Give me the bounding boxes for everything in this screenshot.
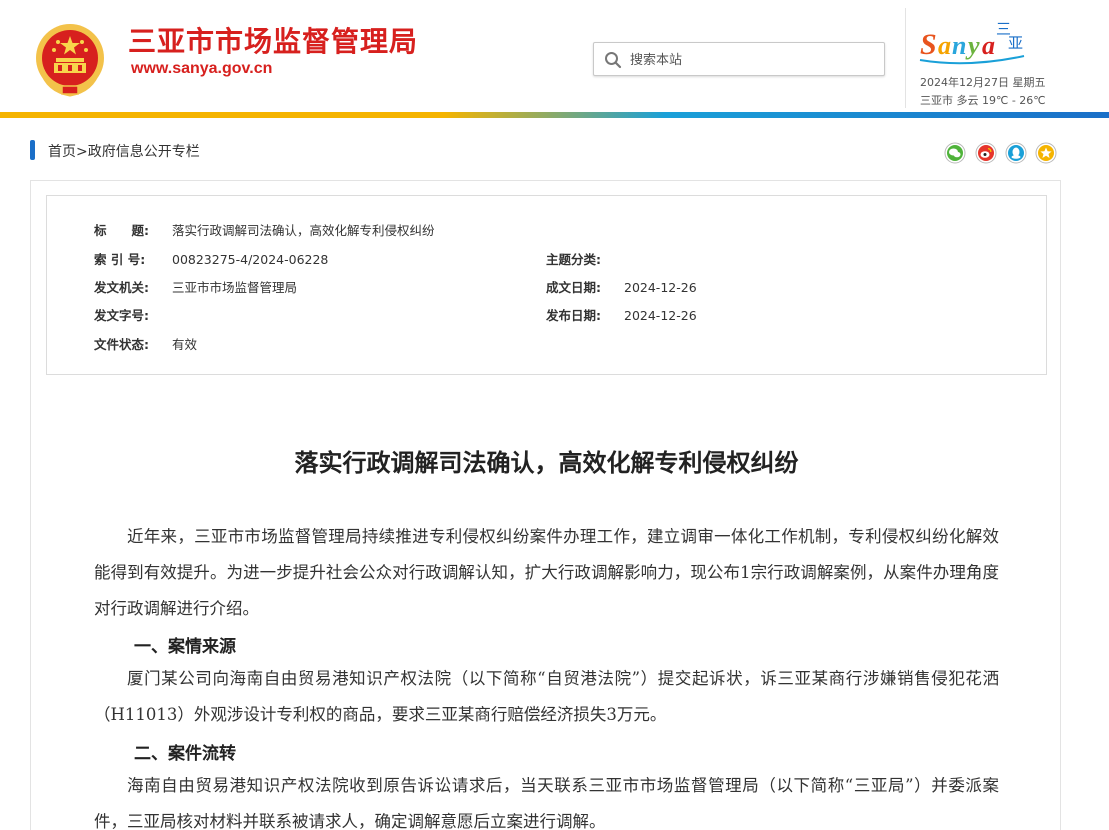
site-title[interactable]: 三亚市市场监督管理局: [128, 20, 418, 60]
svg-text:亚: 亚: [1008, 34, 1023, 52]
meta-topic-row: 主题分类:: [546, 249, 624, 268]
wechat-icon[interactable]: [944, 142, 966, 164]
article-intro-paragraph: 近年来，三亚市市场监督管理局持续推进专利侵权纠纷案件办理工作，建立调审一体化工作…: [94, 527, 999, 618]
meta-docno-label: 发文字号:: [94, 308, 149, 323]
meta-index-row: 索 引 号: 00823275-4/2024-06228: [94, 249, 328, 268]
meta-status-value: 有效: [172, 337, 198, 352]
meta-title-row: 标 题: 落实行政调解司法确认，高效化解专利侵权纠纷: [94, 220, 435, 239]
breadcrumb-marker: [30, 140, 35, 160]
meta-issuer-value: 三亚市市场监督管理局: [172, 280, 298, 295]
breadcrumb-home[interactable]: 首页: [48, 144, 76, 160]
meta-status-label: 文件状态:: [94, 337, 149, 352]
svg-text:n: n: [952, 31, 966, 60]
article-title: 落实行政调解司法确认，高效化解专利侵权纠纷: [294, 448, 799, 477]
header-color-bar: [0, 112, 1109, 118]
meta-topic-label: 主题分类:: [546, 252, 601, 267]
meta-index-value: 00823275-4/2024-06228: [172, 252, 329, 267]
meta-created-value: 2024-12-26: [624, 280, 697, 295]
sanya-logo-icon: S a n y a 三 亚: [919, 20, 1025, 65]
meta-issuer-label: 发文机关:: [94, 280, 149, 295]
search-box[interactable]: [593, 42, 885, 76]
meta-created-row: 成文日期: 2024-12-26: [546, 277, 697, 296]
share-favorite[interactable]: [1035, 142, 1057, 164]
breadcrumb-text: 首页>政府信息公开专栏: [48, 141, 200, 161]
meta-title-value: 落实行政调解司法确认，高效化解专利侵权纠纷: [172, 223, 435, 238]
svg-text:a: a: [982, 31, 995, 60]
qq-icon[interactable]: [1005, 142, 1027, 164]
favorite-icon[interactable]: [1035, 142, 1057, 164]
meta-published-row: 发布日期: 2024-12-26: [546, 305, 697, 324]
document-meta-box: 标 题: 落实行政调解司法确认，高效化解专利侵权纠纷 索 引 号: 00823275…: [46, 195, 1047, 375]
site-url[interactable]: www.sanya.gov.cn: [131, 60, 272, 78]
svg-text:y: y: [965, 31, 980, 60]
meta-created-label: 成文日期:: [546, 280, 601, 295]
meta-index-label: 索 引 号:: [94, 252, 146, 267]
section-heading-1: 一、案情来源: [134, 637, 236, 657]
meta-status-row: 文件状态: 有效: [94, 334, 197, 353]
search-input[interactable]: [630, 49, 870, 71]
site-header: 三亚市市场监督管理局 www.sanya.gov.cn S a n y a 三 …: [0, 0, 1109, 118]
national-emblem-icon: [36, 24, 104, 97]
date-text: 2024年12月27日 星期五: [920, 76, 1046, 89]
search-icon[interactable]: [604, 51, 622, 69]
header-divider: [905, 8, 906, 108]
meta-published-value: 2024-12-26: [624, 308, 697, 323]
weibo-icon[interactable]: [975, 142, 997, 164]
share-weibo[interactable]: [975, 142, 997, 164]
meta-published-label: 发布日期:: [546, 308, 601, 323]
breadcrumb-section[interactable]: 政府信息公开专栏: [88, 144, 200, 160]
share-qq[interactable]: [1005, 142, 1027, 164]
meta-docno-row: 发文字号:: [94, 305, 172, 324]
article-paragraph-2: 海南自由贸易港知识产权法院收到原告诉讼请求后，当天联系三亚市市场监督管理局（以下…: [94, 776, 999, 830]
weather-text: 三亚市 多云 19℃ - 26℃: [920, 94, 1046, 107]
meta-issuer-row: 发文机关: 三亚市市场监督管理局: [94, 277, 297, 296]
breadcrumb-separator: >: [76, 144, 88, 160]
svg-text:a: a: [938, 31, 951, 60]
section-heading-2: 二、案件流转: [134, 744, 236, 764]
share-wechat[interactable]: [944, 142, 966, 164]
article-paragraph-1: 厦门某公司向海南自由贸易港知识产权法院（以下简称“自贸港法院”）提交起诉状，诉三…: [94, 669, 999, 724]
svg-text:S: S: [920, 28, 937, 61]
content-container: 标 题: 落实行政调解司法确认，高效化解专利侵权纠纷 索 引 号: 00823275…: [30, 180, 1061, 830]
meta-title-label: 标 题:: [94, 223, 149, 238]
